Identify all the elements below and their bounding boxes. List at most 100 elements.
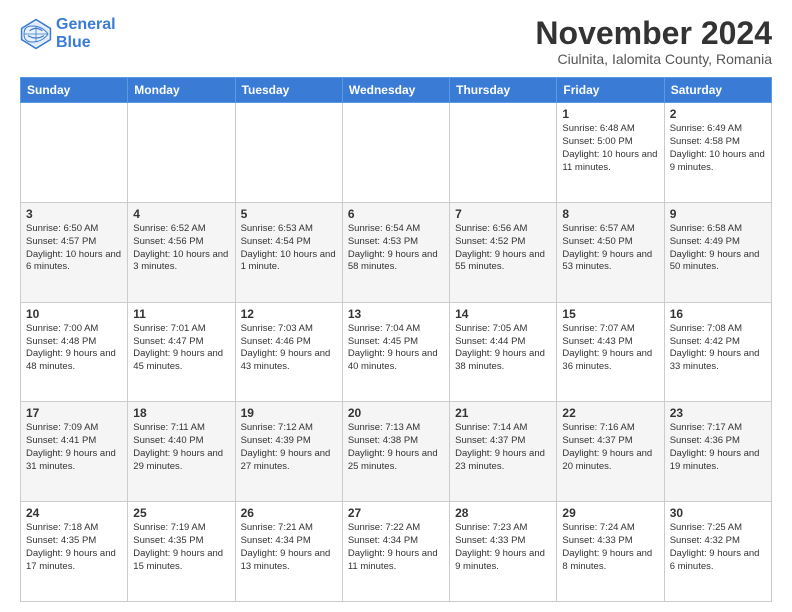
day-info: Sunrise: 7:05 AM Sunset: 4:44 PM Dayligh…	[455, 323, 551, 374]
day-number: 21	[455, 406, 551, 420]
day-number: 20	[348, 406, 444, 420]
day-number: 28	[455, 506, 551, 520]
calendar-cell: 20 Sunrise: 7:13 AM Sunset: 4:38 PM Dayli…	[342, 402, 449, 502]
day-number: 1	[562, 107, 658, 121]
day-info: Sunrise: 7:24 AM Sunset: 4:33 PM Dayligh…	[562, 522, 658, 573]
day-info: Sunrise: 7:17 AM Sunset: 4:36 PM Dayligh…	[670, 422, 766, 473]
calendar-cell	[21, 103, 128, 203]
calendar-week-1: 1 Sunrise: 6:48 AM Sunset: 5:00 PM Daylig…	[21, 103, 772, 203]
day-info: Sunrise: 6:48 AM Sunset: 5:00 PM Dayligh…	[562, 123, 658, 174]
calendar-cell: 8 Sunrise: 6:57 AM Sunset: 4:50 PM Daylig…	[557, 202, 664, 302]
day-info: Sunrise: 7:04 AM Sunset: 4:45 PM Dayligh…	[348, 323, 444, 374]
day-number: 14	[455, 307, 551, 321]
calendar-cell: 25Sunrise: 7:19 AM Sunset: 4:35 PM Dayli…	[128, 502, 235, 602]
day-number: 6	[348, 207, 444, 221]
day-number: 11	[133, 307, 229, 321]
day-number: 24	[26, 506, 122, 520]
calendar-header: Sunday Monday Tuesday Wednesday Thursday…	[21, 78, 772, 103]
day-number: 26	[241, 506, 337, 520]
calendar-cell: 12 Sunrise: 7:03 AM Sunset: 4:46 PM Dayli…	[235, 302, 342, 402]
calendar-cell: 27Sunrise: 7:22 AM Sunset: 4:34 PM Dayli…	[342, 502, 449, 602]
calendar-cell: 22Sunrise: 7:16 AM Sunset: 4:37 PM Dayli…	[557, 402, 664, 502]
day-number: 13	[348, 307, 444, 321]
day-info: Sunrise: 7:03 AM Sunset: 4:46 PM Dayligh…	[241, 323, 337, 374]
calendar-cell: 30 Sunrise: 7:25 AM Sunset: 4:32 PM Dayli…	[664, 502, 771, 602]
calendar-cell: 15 Sunrise: 7:07 AM Sunset: 4:43 PM Dayli…	[557, 302, 664, 402]
day-info: Sunrise: 7:21 AM Sunset: 4:34 PM Dayligh…	[241, 522, 337, 573]
day-info: Sunrise: 7:12 AM Sunset: 4:39 PM Dayligh…	[241, 422, 337, 473]
calendar-cell: 19 Sunrise: 7:12 AM Sunset: 4:39 PM Dayli…	[235, 402, 342, 502]
calendar-cell: 23 Sunrise: 7:17 AM Sunset: 4:36 PM Dayli…	[664, 402, 771, 502]
day-number: 27	[348, 506, 444, 520]
day-info: Sunrise: 7:25 AM Sunset: 4:32 PM Dayligh…	[670, 522, 766, 573]
main-title: November 2024	[535, 16, 772, 51]
day-number: 30	[670, 506, 766, 520]
day-number: 3	[26, 207, 122, 221]
calendar-cell: 10 Sunrise: 7:00 AM Sunset: 4:48 PM Dayli…	[21, 302, 128, 402]
calendar-cell: 18 Sunrise: 7:11 AM Sunset: 4:40 PM Dayli…	[128, 402, 235, 502]
calendar-cell: 17 Sunrise: 7:09 AM Sunset: 4:41 PM Dayli…	[21, 402, 128, 502]
day-number: 23	[670, 406, 766, 420]
logo-line2: Blue	[56, 34, 91, 51]
day-number: 19	[241, 406, 337, 420]
day-info: Sunrise: 7:18 AM Sunset: 4:35 PM Dayligh…	[26, 522, 122, 573]
title-block: November 2024 Ciulnita, Ialomita County,…	[535, 16, 772, 67]
day-info: Sunrise: 7:13 AM Sunset: 4:38 PM Dayligh…	[348, 422, 444, 473]
calendar-cell	[450, 103, 557, 203]
day-info: Sunrise: 7:09 AM Sunset: 4:41 PM Dayligh…	[26, 422, 122, 473]
calendar-cell: 24 Sunrise: 7:18 AM Sunset: 4:35 PM Dayli…	[21, 502, 128, 602]
col-tuesday: Tuesday	[235, 78, 342, 103]
day-info: Sunrise: 7:16 AM Sunset: 4:37 PM Dayligh…	[562, 422, 658, 473]
day-info: Sunrise: 7:00 AM Sunset: 4:48 PM Dayligh…	[26, 323, 122, 374]
calendar-cell: 5Sunrise: 6:53 AM Sunset: 4:54 PM Daylig…	[235, 202, 342, 302]
day-number: 29	[562, 506, 658, 520]
calendar-week-3: 10 Sunrise: 7:00 AM Sunset: 4:48 PM Dayli…	[21, 302, 772, 402]
calendar-week-2: 3Sunrise: 6:50 AM Sunset: 4:57 PM Daylig…	[21, 202, 772, 302]
day-number: 9	[670, 207, 766, 221]
day-info: Sunrise: 7:11 AM Sunset: 4:40 PM Dayligh…	[133, 422, 229, 473]
calendar-body: 1 Sunrise: 6:48 AM Sunset: 5:00 PM Daylig…	[21, 103, 772, 602]
day-number: 18	[133, 406, 229, 420]
calendar-cell	[128, 103, 235, 203]
day-info: Sunrise: 6:52 AM Sunset: 4:56 PM Dayligh…	[133, 223, 229, 274]
calendar-cell: 21Sunrise: 7:14 AM Sunset: 4:37 PM Dayli…	[450, 402, 557, 502]
day-number: 12	[241, 307, 337, 321]
calendar-cell: 26 Sunrise: 7:21 AM Sunset: 4:34 PM Dayli…	[235, 502, 342, 602]
calendar-cell: 3Sunrise: 6:50 AM Sunset: 4:57 PM Daylig…	[21, 202, 128, 302]
day-info: Sunrise: 6:54 AM Sunset: 4:53 PM Dayligh…	[348, 223, 444, 274]
logo-line1: General	[56, 16, 116, 33]
day-number: 15	[562, 307, 658, 321]
col-friday: Friday	[557, 78, 664, 103]
calendar-week-5: 24 Sunrise: 7:18 AM Sunset: 4:35 PM Dayli…	[21, 502, 772, 602]
day-info: Sunrise: 6:56 AM Sunset: 4:52 PM Dayligh…	[455, 223, 551, 274]
calendar-cell: 11Sunrise: 7:01 AM Sunset: 4:47 PM Dayli…	[128, 302, 235, 402]
logo-icon: G	[20, 18, 52, 50]
day-info: Sunrise: 6:49 AM Sunset: 4:58 PM Dayligh…	[670, 123, 766, 174]
calendar-cell	[342, 103, 449, 203]
day-number: 25	[133, 506, 229, 520]
day-info: Sunrise: 7:07 AM Sunset: 4:43 PM Dayligh…	[562, 323, 658, 374]
calendar-cell	[235, 103, 342, 203]
logo: G General Blue	[20, 16, 116, 51]
calendar-cell: 9Sunrise: 6:58 AM Sunset: 4:49 PM Daylig…	[664, 202, 771, 302]
day-info: Sunrise: 6:57 AM Sunset: 4:50 PM Dayligh…	[562, 223, 658, 274]
calendar-cell: 29 Sunrise: 7:24 AM Sunset: 4:33 PM Dayli…	[557, 502, 664, 602]
day-number: 8	[562, 207, 658, 221]
calendar-cell: 16Sunrise: 7:08 AM Sunset: 4:42 PM Dayli…	[664, 302, 771, 402]
calendar-cell: 4Sunrise: 6:52 AM Sunset: 4:56 PM Daylig…	[128, 202, 235, 302]
subtitle: Ciulnita, Ialomita County, Romania	[535, 51, 772, 67]
logo-text: General Blue	[56, 16, 116, 51]
day-number: 16	[670, 307, 766, 321]
page: G General Blue November 2024 Ciulnita, I…	[0, 0, 792, 612]
calendar-cell: 6 Sunrise: 6:54 AM Sunset: 4:53 PM Daylig…	[342, 202, 449, 302]
day-number: 2	[670, 107, 766, 121]
calendar-cell: 7Sunrise: 6:56 AM Sunset: 4:52 PM Daylig…	[450, 202, 557, 302]
header: G General Blue November 2024 Ciulnita, I…	[20, 16, 772, 67]
calendar-cell: 28 Sunrise: 7:23 AM Sunset: 4:33 PM Dayli…	[450, 502, 557, 602]
calendar-cell: 13 Sunrise: 7:04 AM Sunset: 4:45 PM Dayli…	[342, 302, 449, 402]
day-number: 10	[26, 307, 122, 321]
day-number: 17	[26, 406, 122, 420]
calendar-week-4: 17 Sunrise: 7:09 AM Sunset: 4:41 PM Dayli…	[21, 402, 772, 502]
day-info: Sunrise: 7:23 AM Sunset: 4:33 PM Dayligh…	[455, 522, 551, 573]
header-row: Sunday Monday Tuesday Wednesday Thursday…	[21, 78, 772, 103]
